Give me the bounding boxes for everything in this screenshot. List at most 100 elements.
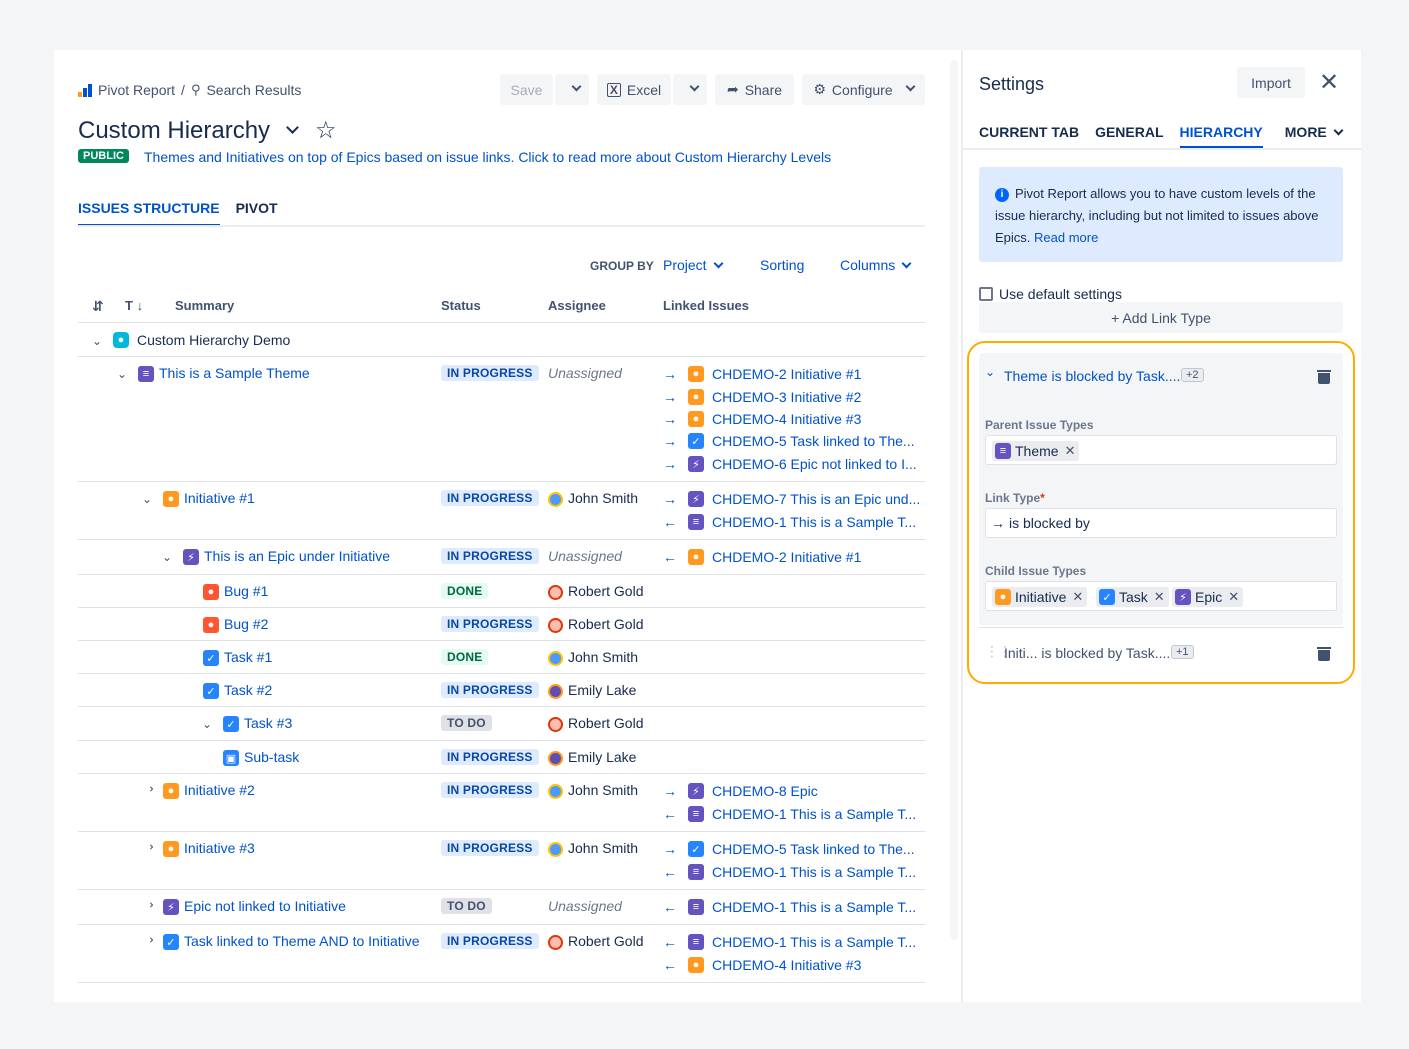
header-type[interactable]: T ↓ xyxy=(125,298,143,313)
add-link-type-button[interactable]: + Add Link Type xyxy=(979,302,1343,333)
assignee-name[interactable]: John Smith xyxy=(568,840,638,856)
trash-icon[interactable] xyxy=(1317,647,1331,661)
linked-issue-link[interactable]: CHDEMO-5 Task linked to The... xyxy=(712,433,915,449)
linked-issue-link[interactable]: CHDEMO-5 Task linked to The... xyxy=(712,841,915,857)
link-rule-title[interactable]: Theme is blocked by Task.... xyxy=(1004,368,1180,384)
assignee-name[interactable]: John Smith xyxy=(568,490,638,506)
linked-issue-link[interactable]: CHDEMO-1 This is a Sample T... xyxy=(712,899,916,915)
excel-button[interactable]: X Excel xyxy=(597,74,671,105)
linked-issue-link[interactable]: CHDEMO-4 Initiative #3 xyxy=(712,957,861,973)
linked-issue-link[interactable]: CHDEMO-7 This is an Epic und... xyxy=(712,491,920,507)
issue-summary-link[interactable]: Bug #2 xyxy=(224,616,268,632)
status-badge[interactable]: IN PROGRESS xyxy=(441,749,539,765)
status-badge[interactable]: IN PROGRESS xyxy=(441,490,539,506)
issue-summary-link[interactable]: Task #1 xyxy=(224,649,272,665)
chevron-right-icon[interactable]: ⌄ xyxy=(142,784,156,794)
status-badge[interactable]: IN PROGRESS xyxy=(441,782,539,798)
linked-issue-link[interactable]: CHDEMO-3 Initiative #2 xyxy=(712,389,861,405)
assignee-name[interactable]: Robert Gold xyxy=(568,933,643,949)
remove-chip-icon[interactable]: ✕ xyxy=(1154,589,1165,605)
issue-summary-link[interactable]: Initiative #1 xyxy=(184,490,255,506)
child-issue-types-field[interactable]: ● Initiative ✕ ✓ Task ✕ ⚡ Epic ✕ xyxy=(985,581,1337,611)
issue-summary-link[interactable]: Task #3 xyxy=(244,715,292,731)
linked-issue-link[interactable]: CHDEMO-4 Initiative #3 xyxy=(712,411,861,427)
chevron-down-icon[interactable]: ⌄ xyxy=(92,334,102,348)
issue-summary-link[interactable]: Task linked to Theme AND to Initiative xyxy=(184,933,420,949)
tab-issues-structure[interactable]: ISSUES STRUCTURE xyxy=(78,200,220,227)
header-summary[interactable]: Summary xyxy=(175,298,234,313)
chevron-down-icon[interactable]: ⌄ xyxy=(142,492,152,506)
chevron-right-icon[interactable]: ⌄ xyxy=(142,842,156,852)
link-rule-title[interactable]: Initi... is blocked by Task.... xyxy=(1004,645,1170,661)
link-type-field[interactable]: → is blocked by xyxy=(985,508,1337,538)
tab-current-tab[interactable]: CURRENT TAB xyxy=(979,124,1079,149)
chevron-down-icon[interactable]: ⌄ xyxy=(117,367,127,381)
tab-pivot[interactable]: PIVOT xyxy=(236,200,278,227)
assignee-name[interactable]: Emily Lake xyxy=(568,749,636,765)
columns-dropdown[interactable]: Columns xyxy=(840,257,912,273)
tab-general[interactable]: GENERAL xyxy=(1095,124,1163,149)
chevron-right-icon[interactable]: ⌄ xyxy=(142,935,156,945)
breadcrumb-current[interactable]: Search Results xyxy=(206,82,301,98)
status-badge[interactable]: IN PROGRESS xyxy=(441,933,539,949)
configure-button[interactable]: ⚙ Configure xyxy=(802,74,925,105)
status-badge[interactable]: IN PROGRESS xyxy=(441,365,539,381)
issue-summary-link[interactable]: Bug #1 xyxy=(224,583,268,599)
expand-collapse-all-icon[interactable]: ⇵ xyxy=(92,298,104,315)
import-button[interactable]: Import xyxy=(1237,67,1305,98)
scrollbar[interactable] xyxy=(950,60,958,940)
linked-issue-link[interactable]: CHDEMO-2 Initiative #1 xyxy=(712,366,861,382)
read-more-link[interactable]: Read more xyxy=(1034,230,1098,245)
linked-issue-link[interactable]: CHDEMO-1 This is a Sample T... xyxy=(712,934,916,950)
status-badge[interactable]: DONE xyxy=(441,649,489,665)
breadcrumb-root[interactable]: Pivot Report xyxy=(98,82,175,98)
linked-issue-link[interactable]: CHDEMO-2 Initiative #1 xyxy=(712,549,861,565)
assignee-name[interactable]: Emily Lake xyxy=(568,682,636,698)
use-default-settings-label[interactable]: Use default settings xyxy=(999,286,1122,302)
remove-chip-icon[interactable]: ✕ xyxy=(1228,589,1239,605)
issue-summary-link[interactable]: Epic not linked to Initiative xyxy=(184,898,346,914)
sorting-button[interactable]: Sorting xyxy=(760,257,804,273)
header-linked-issues[interactable]: Linked Issues xyxy=(663,298,749,313)
issue-summary-link[interactable]: This is a Sample Theme xyxy=(159,365,310,381)
linked-issue-link[interactable]: CHDEMO-1 This is a Sample T... xyxy=(712,514,916,530)
tab-more[interactable]: MORE xyxy=(1285,124,1344,149)
trash-icon[interactable] xyxy=(1317,370,1331,384)
linked-issue-link[interactable]: CHDEMO-6 Epic not linked to I... xyxy=(712,456,917,472)
header-assignee[interactable]: Assignee xyxy=(548,298,606,313)
status-badge[interactable]: IN PROGRESS xyxy=(441,548,539,564)
description-link[interactable]: Themes and Initiatives on top of Epics b… xyxy=(144,149,831,165)
status-badge[interactable]: TO DO xyxy=(441,898,492,914)
tab-hierarchy[interactable]: HIERARCHY xyxy=(1179,124,1263,149)
remove-chip-icon[interactable]: ✕ xyxy=(1072,589,1083,605)
group-by-dropdown[interactable]: Project xyxy=(663,257,724,273)
assignee-name[interactable]: Robert Gold xyxy=(568,715,643,731)
status-badge[interactable]: DONE xyxy=(441,583,489,599)
chevron-down-icon[interactable]: ⌄ xyxy=(985,365,995,379)
chevron-down-icon[interactable]: ⌄ xyxy=(162,550,172,564)
issue-summary-link[interactable]: Initiative #3 xyxy=(184,840,255,856)
remove-chip-icon[interactable]: ✕ xyxy=(1065,443,1076,459)
share-button[interactable]: ➦ Share xyxy=(715,74,794,105)
linked-issue-link[interactable]: CHDEMO-8 Epic xyxy=(712,783,818,799)
assignee-name[interactable]: Robert Gold xyxy=(568,616,643,632)
linked-issue-link[interactable]: CHDEMO-1 This is a Sample T... xyxy=(712,864,916,880)
assignee-name[interactable]: John Smith xyxy=(568,649,638,665)
title-dropdown-chevron-icon[interactable] xyxy=(286,121,299,134)
status-badge[interactable]: IN PROGRESS xyxy=(441,616,539,632)
chevron-down-icon[interactable]: ⌄ xyxy=(202,717,212,731)
star-icon[interactable]: ☆ xyxy=(315,116,337,145)
chevron-right-icon[interactable]: ⌄ xyxy=(142,900,156,910)
header-status[interactable]: Status xyxy=(441,298,481,313)
issue-summary-link[interactable]: Sub-task xyxy=(244,749,299,765)
save-dropdown-button[interactable] xyxy=(555,74,589,105)
status-badge[interactable]: IN PROGRESS xyxy=(441,840,539,856)
linked-issue-link[interactable]: CHDEMO-1 This is a Sample T... xyxy=(712,806,916,822)
issue-summary-link[interactable]: This is an Epic under Initiative xyxy=(204,548,390,564)
issue-summary-link[interactable]: Task #2 xyxy=(224,682,272,698)
parent-issue-types-field[interactable]: ≡ Theme ✕ xyxy=(985,435,1337,465)
excel-dropdown-button[interactable] xyxy=(673,74,707,105)
issue-summary-link[interactable]: Initiative #2 xyxy=(184,782,255,798)
assignee-name[interactable]: Robert Gold xyxy=(568,583,643,599)
status-badge[interactable]: IN PROGRESS xyxy=(441,682,539,698)
